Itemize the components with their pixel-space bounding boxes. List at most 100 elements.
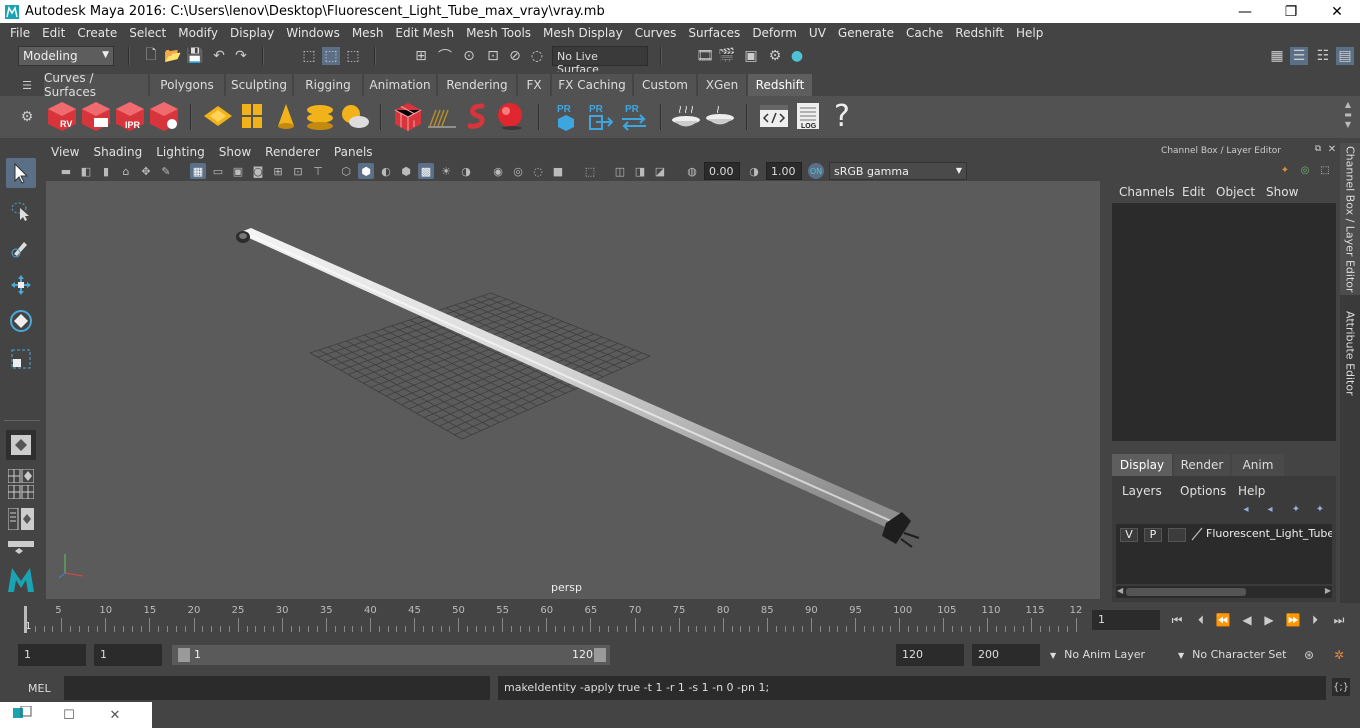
pr-proxy-import-button[interactable]: PR [584,100,616,132]
animation-end-field[interactable]: 200 [972,644,1040,666]
persp-viewport[interactable]: persp [46,181,1100,599]
outliner-layout[interactable] [6,504,36,534]
redshift-sun-sky-button[interactable] [338,100,370,132]
view-transform-dropdown[interactable]: sRGB gamma ▼ [829,162,967,180]
maya-home-button[interactable] [6,564,36,594]
script-editor-icon[interactable]: {;} [1332,678,1350,696]
new-scene-icon[interactable]: 🗋 [142,47,160,65]
two-pane-layout[interactable] [6,484,36,500]
toggle-attribute-editor-icon[interactable]: ☷ [1314,47,1332,65]
range-start-handle[interactable] [178,648,190,662]
tab-redshift[interactable]: Redshift [748,74,812,96]
new-empty-layer-icon[interactable]: ✦ [1288,502,1304,516]
menu-mesh[interactable]: Mesh [346,26,390,40]
redshift-bake-button[interactable] [670,100,702,132]
menu-uv[interactable]: UV [803,26,832,40]
menu-mesh-tools[interactable]: Mesh Tools [460,26,537,40]
snap-live-icon[interactable]: ◌ [528,47,546,65]
menu-select[interactable]: Select [123,26,172,40]
redshift-render-sequence-button[interactable] [80,100,112,132]
menu-generate[interactable]: Generate [832,26,900,40]
menu-edit[interactable]: Edit [36,26,71,40]
menu-file[interactable]: File [4,26,36,40]
select-component-icon[interactable]: ⬚ [344,47,362,65]
close-panel-icon[interactable]: ✕ [1326,143,1338,155]
exposure-field[interactable]: 0.00 [704,162,740,180]
tab-custom[interactable]: Custom [634,74,696,96]
redshift-bake-set-button[interactable] [704,100,736,132]
step-back-key-icon[interactable]: ⏪ [1214,611,1232,629]
resolution-gate-icon[interactable]: ▣ [230,163,246,179]
grease-pencil-icon[interactable]: ✎ [158,163,174,179]
layer-playback-toggle[interactable]: P [1144,528,1162,542]
move-layer-up-icon[interactable]: ◂ [1238,502,1254,516]
step-forward-key-icon[interactable]: ⏩ [1284,611,1302,629]
color-management-icon[interactable]: ON [808,163,824,179]
object-menu[interactable]: Object [1216,185,1255,199]
snap-plane-icon[interactable]: ⊡ [484,47,502,65]
camera-attributes-icon[interactable]: ◧ [78,163,94,179]
gate-mask-icon[interactable]: ◙ [250,163,266,179]
redshift-area-light-button[interactable] [202,100,234,132]
channel-box-area[interactable] [1112,203,1336,441]
playback-end-field[interactable]: 120 [896,644,964,666]
safe-action-icon[interactable]: ⊡ [290,163,306,179]
gamma-field[interactable]: 1.00 [766,162,802,180]
tab-attribute-editor[interactable]: Attribute Editor [1340,303,1360,403]
layer-editor-icon[interactable]: ◎ [1298,163,1312,177]
range-end-handle[interactable] [594,648,606,662]
channel-box-icon[interactable]: ✦ [1278,163,1292,177]
time-slider[interactable]: 5 10 15 20 25 30 35 40 45 50 55 60 65 70 75 80 85 90 95 100… [18,604,1086,634]
menu-redshift[interactable]: Redshift [949,26,1010,40]
redshift-portal-light-button[interactable] [236,100,268,132]
scale-tool[interactable] [6,344,36,374]
menu-edit-mesh[interactable]: Edit Mesh [389,26,460,40]
channels-menu[interactable]: Channels [1119,185,1175,199]
shadows-icon[interactable]: ◑ [458,163,474,179]
tab-rigging[interactable]: Rigging [294,74,362,96]
redshift-hair-button[interactable] [426,100,458,132]
depth-of-field-icon[interactable]: ■ [550,163,566,179]
viewport-menu-view[interactable]: View [44,145,86,159]
textured-icon[interactable]: ▩ [418,163,434,179]
options-menu[interactable]: Options [1180,484,1226,498]
redshift-help-button[interactable]: ? [826,99,858,134]
redshift-render-settings-button[interactable] [148,100,180,132]
select-object-icon[interactable]: ⬚ [322,47,340,65]
render-frame-icon[interactable]: 🎬 [718,47,736,65]
tab-rendering[interactable]: Rendering [438,74,516,96]
redshift-render-view-button[interactable]: RV [46,100,78,132]
xray-joints-icon[interactable]: ◨ [632,163,648,179]
minimize-button[interactable]: — [1222,0,1268,23]
step-forward-frame-icon[interactable]: ⏵ [1306,611,1324,629]
toolbox-collapse[interactable] [6,540,36,556]
tab-fx-caching[interactable]: FX Caching [552,74,632,96]
toggle-channel-box-icon[interactable]: ▤ [1336,47,1354,65]
tab-render[interactable]: Render [1174,454,1230,476]
pr-proxy-swap-button[interactable]: PR [618,100,650,132]
menu-windows[interactable]: Windows [280,26,346,40]
viewport-menu-panels[interactable]: Panels [327,145,380,159]
screen-space-ao-icon[interactable]: ◉ [490,163,506,179]
bookmark-icon[interactable]: ▮ [98,163,114,179]
paint-select-tool[interactable] [6,232,36,262]
select-hierarchy-icon[interactable]: ⬚ [300,47,318,65]
undo-icon[interactable]: ↶ [210,47,228,65]
layer-name[interactable]: Fluorescent_Light_Tube_ [1206,527,1332,540]
play-backwards-icon[interactable]: ◀ [1238,611,1256,629]
show-menu[interactable]: Show [1266,185,1298,199]
menu-mesh-display[interactable]: Mesh Display [537,26,629,40]
redshift-mesh-light-button[interactable] [392,100,424,132]
open-scene-icon[interactable]: 📂 [164,47,182,65]
range-slider[interactable]: 1 120 [172,645,610,665]
animation-preferences-icon[interactable]: ✲ [1330,646,1348,664]
tab-fx[interactable]: FX [518,74,550,96]
mini-maximize-icon[interactable]: ☐ [46,708,92,723]
tab-sculpting[interactable]: Sculpting [226,74,292,96]
playback-start-field[interactable]: 1 [94,644,162,666]
scroll-left-icon[interactable]: ◀ [1117,586,1123,595]
move-tool[interactable] [6,270,36,300]
four-pane-layout[interactable] [6,468,36,484]
xray-components-icon[interactable]: ◪ [652,163,668,179]
shelf-menu-icon[interactable]: ☰ [18,76,36,94]
